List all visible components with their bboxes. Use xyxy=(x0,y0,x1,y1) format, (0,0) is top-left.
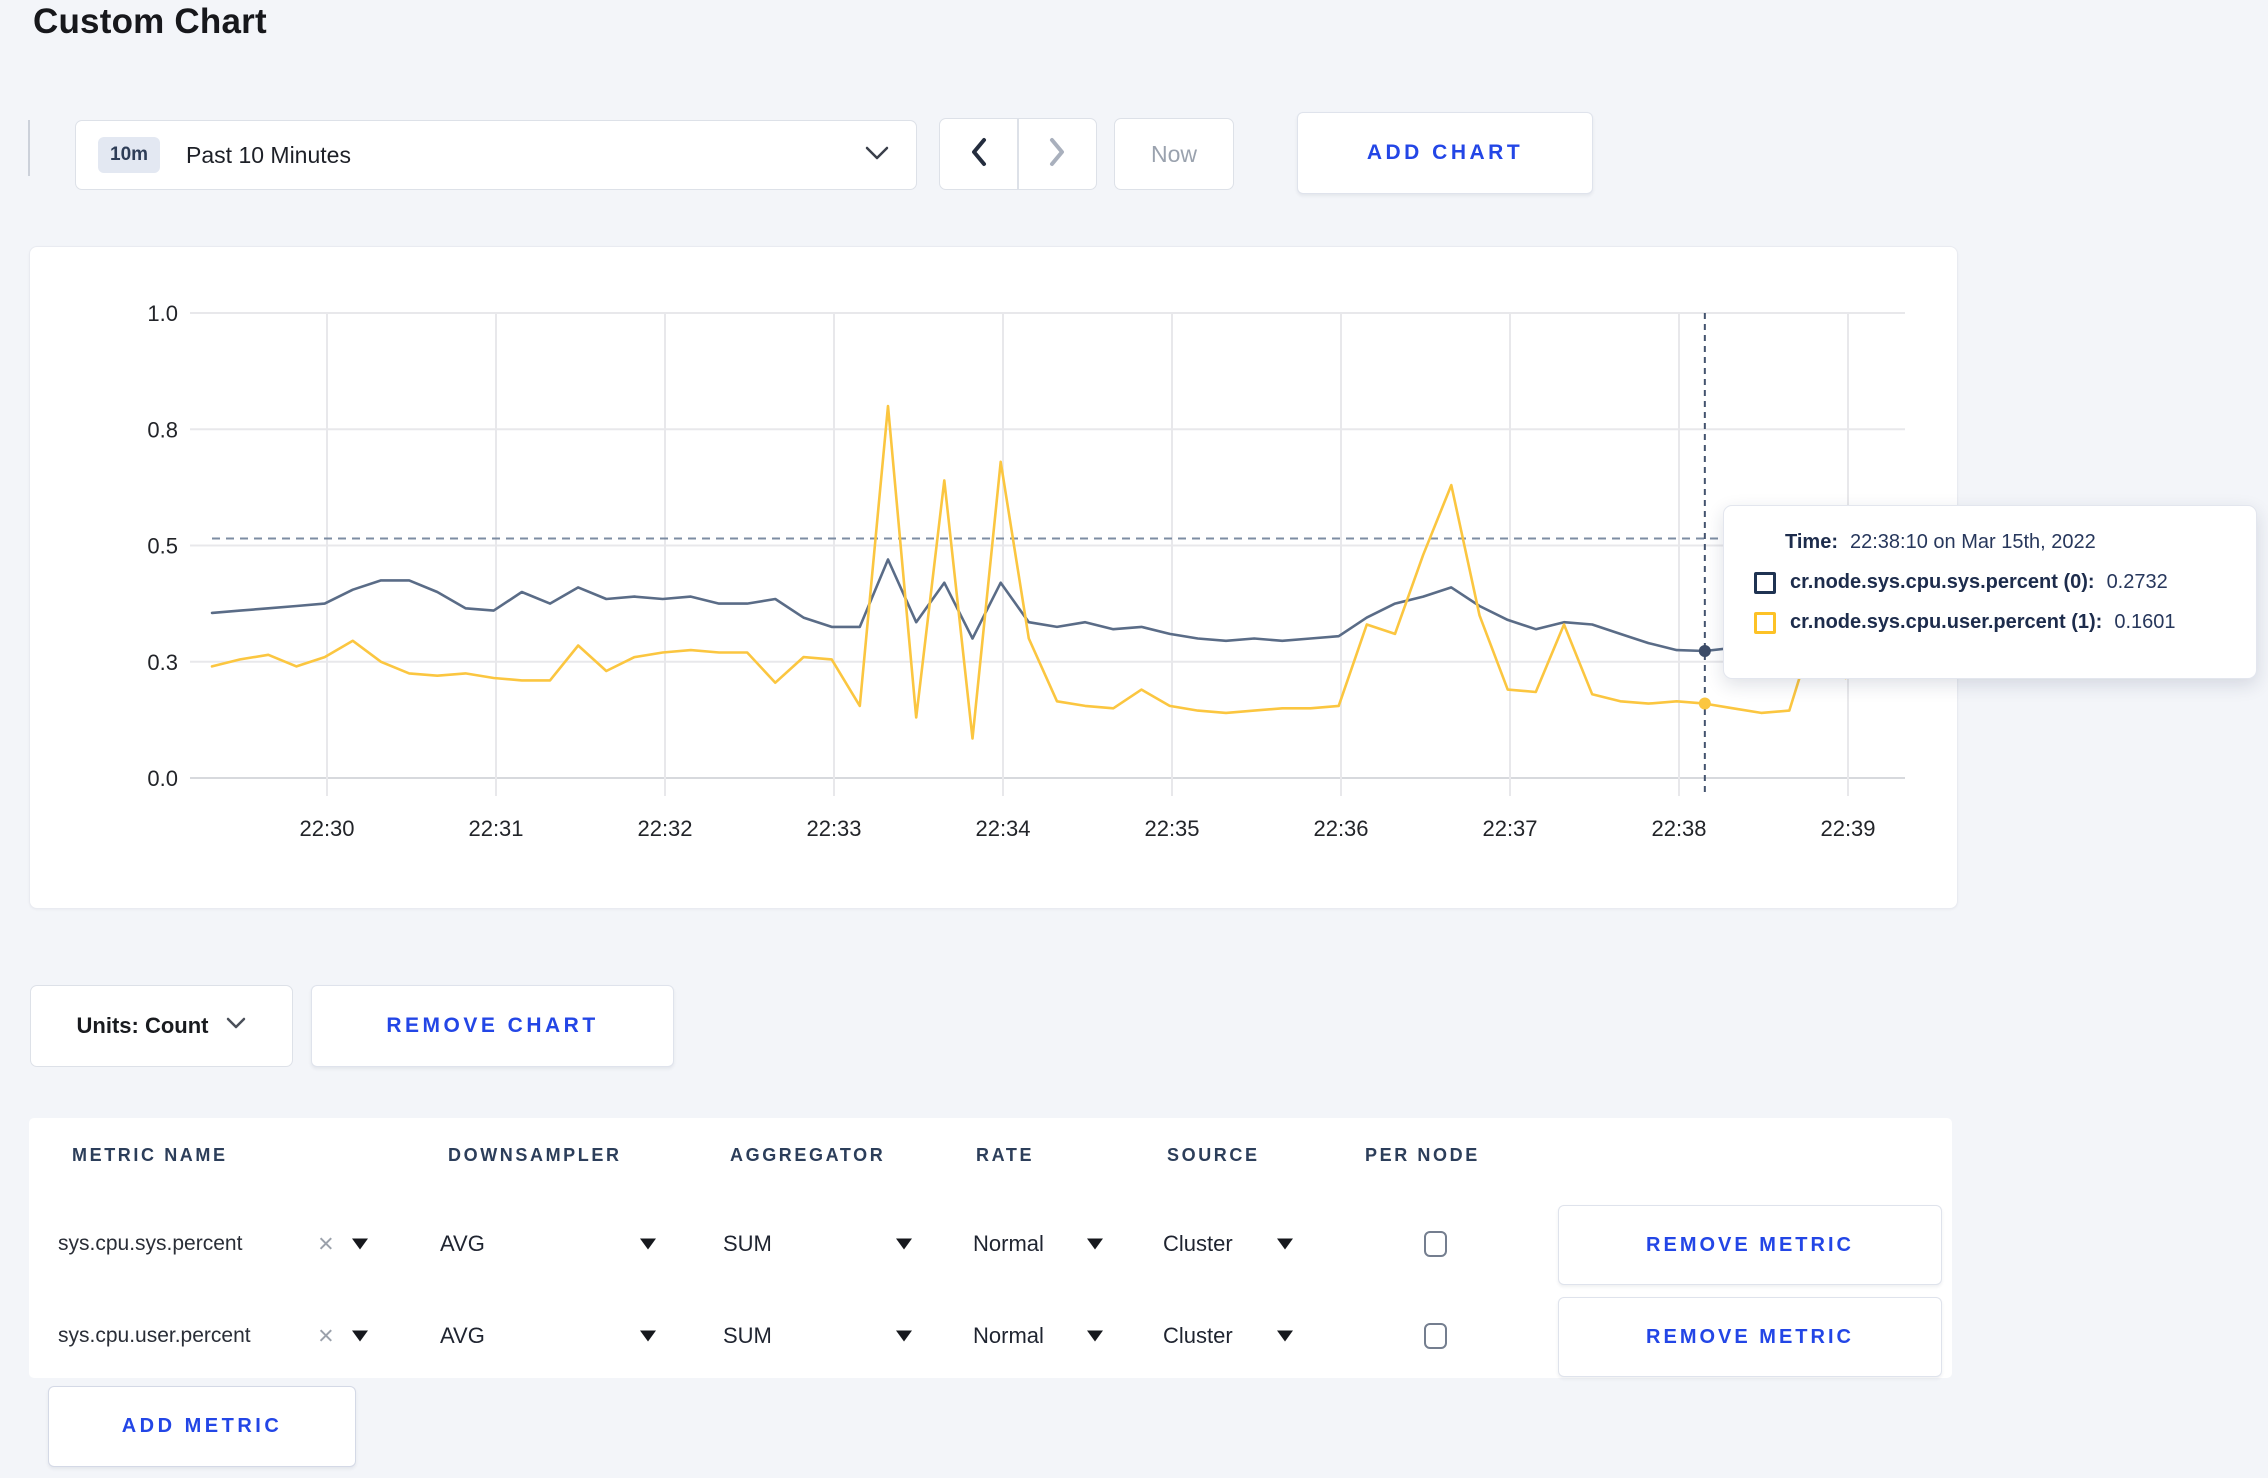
remove-metric-label: REMOVE METRIC xyxy=(1646,1233,1854,1256)
units-dropdown[interactable]: Units: Count xyxy=(30,985,293,1067)
remove-metric-label: REMOVE METRIC xyxy=(1646,1325,1854,1348)
add-chart-label: ADD CHART xyxy=(1366,141,1524,164)
caret-down-icon[interactable] xyxy=(1277,1238,1293,1250)
per-node-checkbox[interactable] xyxy=(1424,1323,1447,1349)
sys-series-swatch-icon xyxy=(1754,571,1776,594)
chevron-right-icon xyxy=(1047,136,1067,173)
chart-panel[interactable] xyxy=(29,246,1958,909)
col-header-downsampler: DOWNSAMPLER xyxy=(448,1145,622,1165)
remove-chart-label: REMOVE CHART xyxy=(386,1014,599,1037)
remove-metric-button[interactable]: REMOVE METRIC xyxy=(1558,1297,1942,1377)
custom-chart-page: Custom Chart 10m Past 10 Minutes Now ADD… xyxy=(0,0,2268,1478)
remove-chart-button[interactable]: REMOVE CHART xyxy=(311,985,674,1067)
metric-name-select[interactable]: sys.cpu.sys.percent xyxy=(58,1232,242,1256)
downsampler-select[interactable]: AVG xyxy=(440,1323,485,1349)
caret-down-icon[interactable] xyxy=(352,1330,368,1342)
remove-metric-button[interactable]: REMOVE METRIC xyxy=(1558,1205,1942,1285)
prev-time-button[interactable] xyxy=(940,119,1017,189)
aggregator-select[interactable]: SUM xyxy=(723,1231,772,1257)
tooltip-series-label: cr.node.sys.cpu.sys.percent (0): xyxy=(1790,571,2095,593)
chart-tooltip: Time: 22:38:10 on Mar 15th, 2022 cr.node… xyxy=(1723,505,2257,679)
units-label: Units: Count xyxy=(76,1013,209,1038)
source-select[interactable]: Cluster xyxy=(1163,1231,1233,1257)
toolbar-divider xyxy=(28,120,30,176)
col-header-source: SOURCE xyxy=(1167,1145,1260,1165)
clear-metric-icon[interactable]: × xyxy=(318,1321,334,1352)
caret-down-icon[interactable] xyxy=(896,1330,912,1342)
col-header-aggregator: AGGREGATOR xyxy=(730,1145,886,1165)
chevron-left-icon xyxy=(969,136,989,173)
add-metric-button[interactable]: ADD METRIC xyxy=(48,1386,356,1467)
rate-select[interactable]: Normal xyxy=(973,1231,1044,1257)
add-metric-label: ADD METRIC xyxy=(121,1415,283,1437)
table-row: sys.cpu.user.percent × AVG SUM Normal Cl… xyxy=(0,1290,2268,1382)
caret-down-icon[interactable] xyxy=(640,1238,656,1250)
col-header-rate: RATE xyxy=(976,1145,1035,1165)
source-select[interactable]: Cluster xyxy=(1163,1323,1233,1349)
caret-down-icon[interactable] xyxy=(896,1238,912,1250)
caret-down-icon[interactable] xyxy=(1277,1330,1293,1342)
page-title: Custom Chart xyxy=(33,2,267,41)
tooltip-series-value: 0.2732 xyxy=(2106,571,2168,593)
caret-down-icon[interactable] xyxy=(1087,1330,1103,1342)
rate-select[interactable]: Normal xyxy=(973,1323,1044,1349)
now-button[interactable]: Now xyxy=(1114,118,1234,190)
caret-down-icon[interactable] xyxy=(1087,1238,1103,1250)
per-node-checkbox[interactable] xyxy=(1424,1231,1447,1257)
downsampler-select[interactable]: AVG xyxy=(440,1231,485,1257)
now-button-label: Now xyxy=(1150,140,1197,167)
caret-down-icon[interactable] xyxy=(640,1330,656,1342)
add-chart-button[interactable]: ADD CHART xyxy=(1297,112,1593,194)
table-row: sys.cpu.sys.percent × AVG SUM Normal Clu… xyxy=(0,1198,2268,1290)
tooltip-series-value: 0.1601 xyxy=(2114,611,2176,633)
tooltip-time-value: 22:38:10 on Mar 15th, 2022 xyxy=(1849,531,2096,553)
next-time-button[interactable] xyxy=(1019,119,1096,189)
caret-down-icon[interactable] xyxy=(352,1238,368,1250)
time-range-dropdown[interactable]: 10m Past 10 Minutes xyxy=(75,120,917,190)
time-range-label: Past 10 Minutes xyxy=(186,141,351,168)
col-header-metric-name: METRIC NAME xyxy=(72,1145,228,1165)
time-range-badge: 10m xyxy=(98,137,161,173)
tooltip-series-label: cr.node.sys.cpu.user.percent (1): xyxy=(1790,611,2103,633)
aggregator-select[interactable]: SUM xyxy=(723,1323,772,1349)
tooltip-time-label: Time: xyxy=(1785,531,1838,553)
chevron-down-icon xyxy=(864,145,890,166)
col-header-per-node: PER NODE xyxy=(1365,1145,1480,1165)
chevron-down-icon xyxy=(226,1017,246,1035)
user-series-swatch-icon xyxy=(1754,611,1776,634)
metric-name-select[interactable]: sys.cpu.user.percent xyxy=(58,1324,251,1348)
time-pager xyxy=(939,118,1097,190)
clear-metric-icon[interactable]: × xyxy=(318,1229,334,1260)
